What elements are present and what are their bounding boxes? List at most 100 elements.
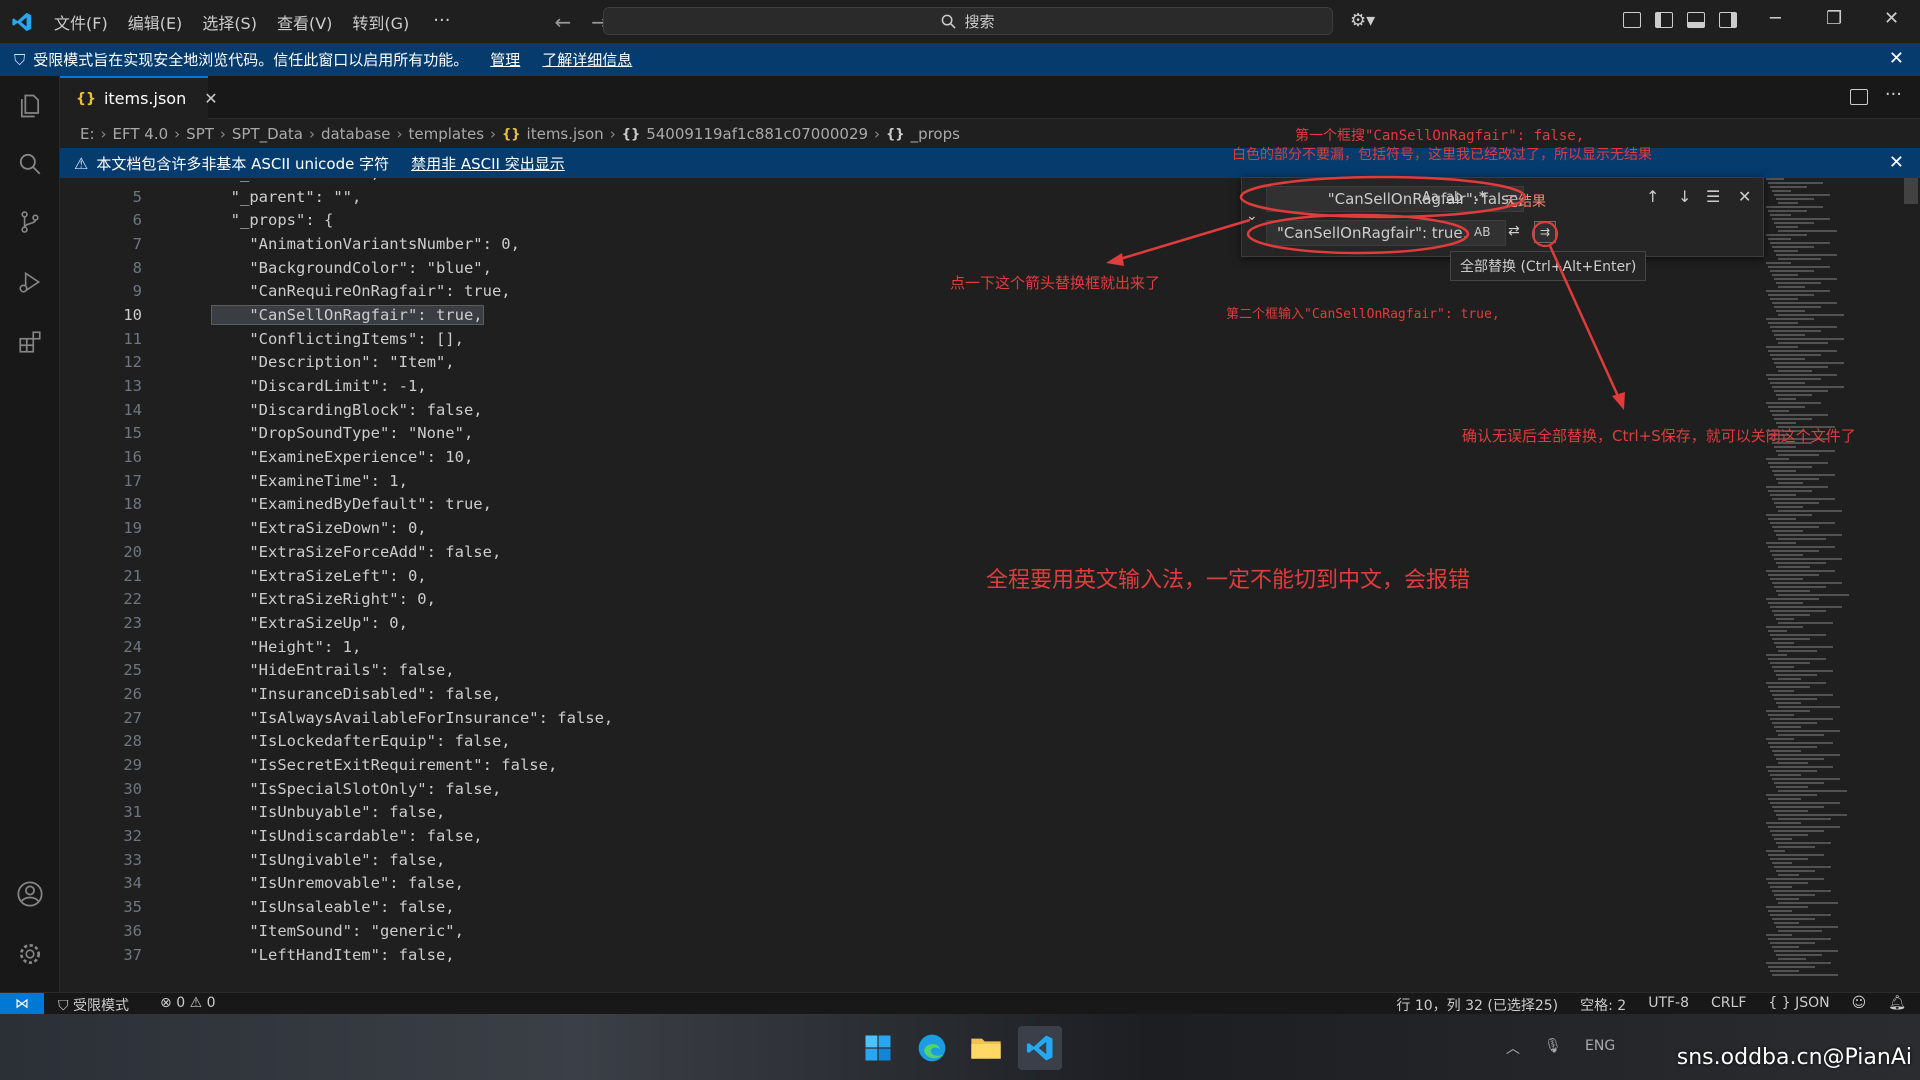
close-find-icon[interactable]: ✕ — [1738, 187, 1751, 206]
regex-icon[interactable]: .* — [1474, 190, 1486, 205]
back-arrow-icon[interactable]: ← — [554, 10, 571, 34]
breadcrumb-item[interactable]: EFT 4.0 — [113, 125, 169, 143]
split-editor-icon[interactable] — [1850, 89, 1868, 105]
minimap-line — [1778, 874, 1799, 876]
file-explorer-icon[interactable] — [964, 1026, 1008, 1070]
minimap-line — [1770, 690, 1794, 692]
minimap-line — [1776, 926, 1838, 928]
search-icon[interactable] — [14, 148, 46, 180]
source-control-icon[interactable] — [14, 206, 46, 238]
code-text: "InsuranceDisabled": false, — [212, 684, 502, 703]
minimap-line — [1768, 210, 1807, 212]
close-window-icon[interactable]: ✕ — [1884, 8, 1899, 29]
status-problems[interactable]: ⊗ 0 ⚠ 0 — [160, 995, 216, 1011]
toggle-secondary-sidebar-icon[interactable] — [1719, 12, 1737, 28]
minimap-line — [1772, 890, 1831, 892]
breadcrumb-item[interactable]: _props — [911, 125, 960, 143]
menu-more-icon[interactable]: ··· — [419, 10, 464, 34]
minimap-line — [1774, 446, 1796, 448]
breadcrumb-item[interactable]: E: — [80, 125, 95, 143]
status-language[interactable]: { } JSON — [1768, 995, 1829, 1015]
minimap-line — [1774, 474, 1835, 476]
scrollbar-thumb[interactable] — [1904, 178, 1918, 204]
menu-file[interactable]: 文件(F) — [44, 10, 118, 34]
minimap-line — [1778, 286, 1805, 288]
manage-link[interactable]: 管理 — [490, 49, 520, 70]
minimap-line — [1772, 218, 1830, 220]
minimap-line — [1772, 246, 1814, 248]
windows-start-icon[interactable] — [856, 1026, 900, 1070]
menu-edit[interactable]: 编辑(E) — [118, 10, 193, 34]
restore-icon[interactable]: ❐ — [1826, 8, 1842, 29]
status-encoding[interactable]: UTF-8 — [1648, 995, 1689, 1015]
vscode-logo-icon — [0, 11, 44, 33]
minimap-line — [1774, 782, 1824, 784]
menu-view[interactable]: 查看(V) — [267, 10, 342, 34]
minimap-line — [1768, 378, 1821, 380]
close-icon[interactable]: ✕ — [1889, 152, 1904, 173]
breadcrumb-item[interactable]: templates — [409, 125, 485, 143]
tab-items-json[interactable]: {} items.json ✕ — [60, 76, 218, 119]
match-case-icon[interactable]: Aa — [1422, 190, 1439, 205]
replace-all-icon[interactable]: ⇉ — [1534, 221, 1556, 243]
status-eol[interactable]: CRLF — [1711, 995, 1746, 1015]
disable-highlight-link[interactable]: 禁用非 ASCII 突出显示 — [411, 153, 565, 174]
breadcrumb-item[interactable]: SPT — [186, 125, 214, 143]
menu-selection[interactable]: 选择(S) — [192, 10, 267, 34]
find-in-selection-icon[interactable]: ☰ — [1706, 187, 1720, 206]
status-restricted-mode[interactable]: ⛉ 受限模式 — [58, 995, 129, 1015]
minimize-icon[interactable]: ─ — [1770, 8, 1781, 29]
code-text: "IsUnsaleable": false, — [212, 898, 455, 917]
notifications-bell-icon[interactable]: 🔔︎ — [1888, 995, 1906, 1015]
microphone-icon[interactable]: 🎙︎ — [1544, 1038, 1562, 1054]
preserve-case-icon[interactable]: AB — [1474, 225, 1490, 239]
vscode-taskbar-icon[interactable] — [1018, 1026, 1062, 1070]
close-icon[interactable]: ✕ — [1889, 48, 1904, 69]
toggle-primary-sidebar-icon[interactable] — [1655, 12, 1673, 28]
close-tab-icon[interactable]: ✕ — [204, 89, 217, 108]
toggle-panel-icon[interactable] — [1687, 12, 1705, 28]
minimap-line — [1778, 790, 1847, 792]
more-actions-icon[interactable]: ··· — [1885, 84, 1902, 105]
whole-word-icon[interactable]: ab — [1446, 190, 1462, 205]
toggle-replace-chevron-icon[interactable]: ⌄ — [1246, 208, 1258, 224]
command-center-search[interactable]: 搜索 — [603, 7, 1333, 35]
code-line: 20 "ExtraSizeForceAdd": false, — [60, 540, 1820, 564]
replace-input[interactable]: "CanSellOnRagfair": true, — [1266, 220, 1506, 246]
breadcrumb-item[interactable]: database — [321, 125, 391, 143]
settings-gear-icon[interactable] — [14, 938, 46, 970]
extensions-icon[interactable] — [14, 326, 46, 358]
remote-indicator-icon[interactable]: ⋈ — [0, 993, 44, 1015]
breadcrumb-item[interactable]: SPT_Data — [232, 125, 303, 143]
chevron-right-icon: › — [490, 125, 497, 143]
minimap-line — [1778, 734, 1824, 736]
explorer-icon[interactable] — [14, 90, 46, 122]
error-icon: ⊗ — [160, 995, 172, 1011]
minimap-line — [1766, 626, 1803, 628]
accounts-icon[interactable] — [14, 878, 46, 910]
copilot-icon[interactable]: ⚙▾ — [1350, 10, 1375, 31]
minimap[interactable] — [1760, 178, 1870, 992]
minimap-line — [1774, 558, 1842, 560]
learn-more-link[interactable]: 了解详细信息 — [542, 49, 632, 70]
breadcrumb-item[interactable]: 54009119af1c881c07000029 — [646, 125, 868, 143]
minimap-line — [1772, 526, 1819, 528]
edge-browser-icon[interactable] — [910, 1026, 954, 1070]
breadcrumb-item[interactable]: items.json — [527, 125, 604, 143]
menu-go[interactable]: 转到(G) — [342, 10, 419, 34]
status-cursor-position[interactable]: 行 10，列 32 (已选择25) — [1396, 995, 1558, 1015]
input-language[interactable]: ENG — [1585, 1038, 1615, 1054]
object-icon: {} — [886, 126, 905, 142]
copilot-status-icon[interactable]: ☺ — [1852, 995, 1867, 1015]
replace-one-icon[interactable]: ⇄ — [1508, 223, 1520, 239]
minimap-line — [1776, 954, 1822, 956]
customize-layout-icon[interactable] — [1623, 12, 1641, 28]
run-debug-icon[interactable] — [14, 266, 46, 298]
minimap-line — [1772, 414, 1828, 416]
status-indentation[interactable]: 空格: 2 — [1580, 995, 1626, 1015]
previous-match-arrow-icon[interactable]: ↑ — [1646, 187, 1659, 206]
code-line: 29 "IsSecretExitRequirement": false, — [60, 753, 1820, 777]
chevron-up-icon[interactable]: ︿ — [1506, 1038, 1520, 1058]
next-match-arrow-icon[interactable]: ↓ — [1678, 187, 1691, 206]
code-line: 28 "IsLockedafterEquip": false, — [60, 730, 1820, 754]
